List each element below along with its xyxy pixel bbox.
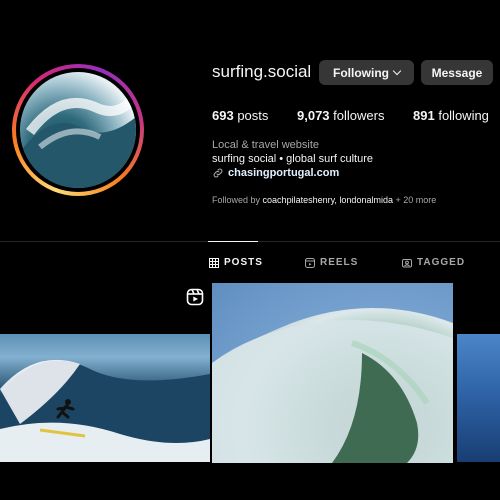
surf-image <box>0 359 210 462</box>
tab-posts-label: POSTS <box>224 257 263 268</box>
followed-by-names: coachpilateshenry, londonalmida <box>262 195 393 205</box>
avatar[interactable] <box>20 72 136 188</box>
bio-text: surfing social • global surf culture <box>212 153 373 165</box>
reels-icon <box>305 257 315 268</box>
tab-tagged[interactable]: TAGGED <box>402 257 465 268</box>
tab-reels-label: REELS <box>320 257 359 268</box>
post-thumbnail[interactable] <box>0 334 210 462</box>
link-icon <box>213 168 223 178</box>
followed-by-prefix: Followed by <box>212 195 261 205</box>
posts-count: 693 <box>212 108 234 123</box>
bio-link[interactable]: chasingportugal.com <box>212 167 339 179</box>
bio-category: Local & travel website <box>212 139 319 151</box>
chevron-down-icon <box>392 66 402 76</box>
story-ring[interactable] <box>12 64 144 196</box>
tagged-icon <box>402 258 412 267</box>
followers-stat[interactable]: 9,073 followers <box>297 108 384 123</box>
active-tab-indicator <box>208 241 258 242</box>
posts-stat: 693 posts <box>212 108 268 123</box>
followers-label: followers <box>333 108 385 123</box>
following-button-label: Following <box>333 65 389 80</box>
following-count: 891 <box>413 108 435 123</box>
posts-label: posts <box>237 108 269 123</box>
grid-icon <box>209 257 219 268</box>
followed-by[interactable]: Followed by coachpilateshenry, londonalm… <box>212 195 436 205</box>
message-button[interactable]: Message <box>421 60 493 85</box>
reel-icon <box>186 288 204 306</box>
avatar-wave-image <box>20 97 136 188</box>
tab-reels[interactable]: REELS <box>305 257 358 268</box>
message-button-label: Message <box>431 65 483 80</box>
post-thumbnail[interactable] <box>457 334 500 462</box>
surfer-figure <box>56 399 75 419</box>
following-stat[interactable]: 891 following <box>413 108 489 123</box>
profile-username: surfing.social <box>212 62 312 81</box>
bio-link-text: chasingportugal.com <box>228 167 340 179</box>
tab-tagged-label: TAGGED <box>417 257 466 268</box>
barrel-wave-image <box>212 283 453 463</box>
following-label: following <box>438 108 489 123</box>
following-button[interactable]: Following <box>319 60 414 85</box>
post-thumbnail[interactable] <box>212 283 453 463</box>
followers-count: 9,073 <box>297 108 330 123</box>
followed-by-suffix: + 20 more <box>395 195 437 205</box>
tab-posts[interactable]: POSTS <box>209 257 263 268</box>
